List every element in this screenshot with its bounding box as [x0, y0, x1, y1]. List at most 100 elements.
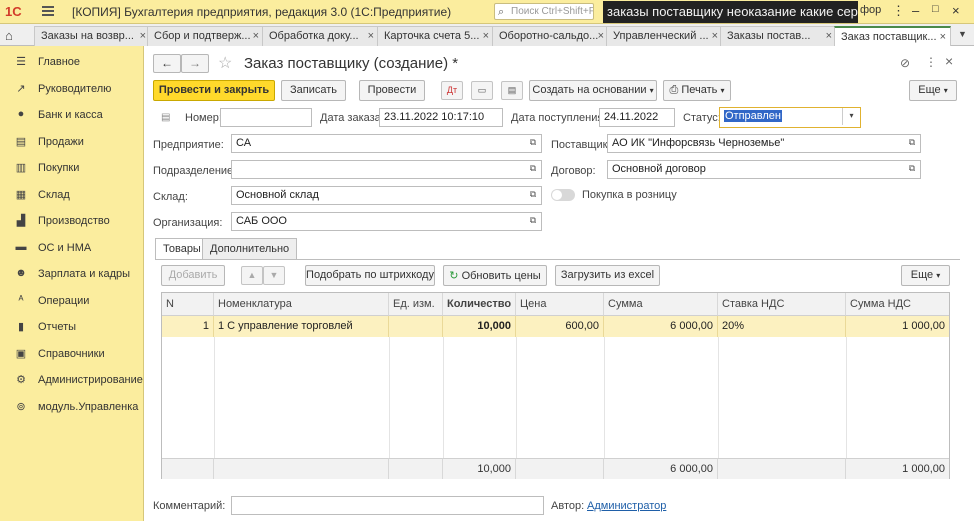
column-header-nomenclature[interactable]: Номенклатура: [214, 293, 389, 316]
close-window-icon[interactable]: ×: [952, 3, 960, 18]
global-search-input[interactable]: ⌕ Поиск Ctrl+Shift+F: [494, 3, 594, 20]
close-form-icon[interactable]: ×: [945, 53, 953, 69]
barcode-select-button[interactable]: Подобрать по штрихкоду: [305, 265, 435, 286]
refresh-prices-button[interactable]: ↻ Обновить цены: [443, 265, 547, 286]
warehouse-field[interactable]: Основной склад ⧉: [231, 186, 542, 205]
tab-returns-orders[interactable]: Заказы на возвр... ×: [34, 26, 151, 46]
sidebar-item-purchases[interactable]: ▥ Покупки: [0, 158, 144, 180]
minimize-icon[interactable]: –: [912, 3, 919, 18]
keyboard-icon[interactable]: ▭: [471, 81, 493, 100]
division-field[interactable]: ⧉: [231, 160, 542, 179]
open-icon[interactable]: ⧉: [527, 215, 539, 228]
sidebar-item-sales[interactable]: ▤ Продажи: [0, 132, 144, 154]
author-link[interactable]: Администратор: [587, 500, 666, 512]
tab-supplier-order-active[interactable]: Заказ поставщик... ×: [834, 26, 951, 47]
company-field[interactable]: СА ⧉: [231, 134, 542, 153]
close-tab-icon[interactable]: ×: [712, 30, 718, 42]
open-icon[interactable]: ⧉: [527, 137, 539, 150]
create-based-on-button[interactable]: Создать на основании ▾: [529, 80, 657, 101]
move-up-icon[interactable]: ▲: [241, 266, 263, 285]
sidebar-item-main[interactable]: ☰ Главное: [0, 52, 144, 74]
column-header-sum[interactable]: Сумма: [604, 293, 718, 316]
more-button[interactable]: Еще ▾: [909, 80, 957, 101]
tab-collection[interactable]: Сбор и подтверж... ×: [147, 26, 264, 46]
close-tab-icon[interactable]: ×: [826, 30, 832, 42]
close-tab-icon[interactable]: ×: [940, 31, 946, 43]
column-header-vat-rate[interactable]: Ставка НДС: [718, 293, 846, 316]
tab-account-card[interactable]: Карточка счета 5... ×: [377, 26, 494, 46]
sidebar-item-assets[interactable]: ▬ ОС и НМА: [0, 238, 144, 260]
cell-vat-sum[interactable]: 1 000,00: [846, 316, 949, 337]
sidebar-item-operations[interactable]: ᴬ Операции: [0, 291, 144, 313]
organization-field[interactable]: САБ ООО ⧉: [231, 212, 542, 231]
sidebar-item-references[interactable]: ▣ Справочники: [0, 344, 144, 366]
tab-additional[interactable]: Дополнительно: [202, 238, 298, 259]
tabs-dropdown-icon[interactable]: ▼: [958, 29, 967, 39]
close-tab-icon[interactable]: ×: [140, 30, 146, 42]
cell-sum[interactable]: 6 000,00: [604, 316, 718, 337]
back-button[interactable]: ←: [153, 54, 181, 73]
column-header-n[interactable]: N: [162, 293, 214, 316]
number-field[interactable]: [220, 108, 312, 127]
sidebar-item-production[interactable]: ▟ Производство: [0, 211, 144, 233]
more-icon[interactable]: ⋮: [892, 3, 905, 19]
tab-balance[interactable]: Оборотно-сальдо... ×: [492, 26, 609, 46]
tab-supplier-orders[interactable]: Заказы постав... ×: [720, 26, 837, 46]
post-button[interactable]: Провести: [359, 80, 425, 101]
dt-kt-icon[interactable]: Дт: [441, 81, 463, 100]
close-tab-icon[interactable]: ×: [598, 30, 604, 42]
status-select[interactable]: Отправлен ▾: [719, 107, 861, 128]
column-header-price[interactable]: Цена: [516, 293, 604, 316]
print-button[interactable]: ⎙ Печать ▾: [663, 80, 731, 101]
sidebar-item-manager[interactable]: ↗ Руководителю: [0, 79, 144, 101]
cell-quantity[interactable]: 10,000: [443, 316, 516, 337]
close-tab-icon[interactable]: ×: [253, 30, 259, 42]
cell-vat-rate[interactable]: 20%: [718, 316, 846, 337]
open-icon[interactable]: ⧉: [906, 137, 918, 150]
supplier-field[interactable]: АО ИК "Инфорсвязь Черноземье" ⧉: [607, 134, 921, 153]
retail-purchase-toggle[interactable]: [551, 189, 575, 201]
column-header-unit[interactable]: Ед. изм.: [389, 293, 443, 316]
add-row-button[interactable]: Добавить: [161, 265, 225, 286]
column-header-quantity[interactable]: Количество: [443, 293, 516, 316]
tab-processing[interactable]: Обработка доку... ×: [262, 26, 379, 46]
more-options-icon[interactable]: ⋮: [925, 55, 937, 69]
favorite-star-icon[interactable]: ☆: [218, 53, 232, 73]
open-icon[interactable]: ⧉: [527, 189, 539, 202]
load-excel-button[interactable]: Загрузить из excel: [555, 265, 660, 286]
dropdown-arrow-icon[interactable]: ▾: [842, 108, 860, 125]
save-button[interactable]: Записать: [281, 80, 346, 101]
contract-field[interactable]: Основной договор ⧉: [607, 160, 921, 179]
maximize-icon[interactable]: □: [932, 3, 939, 15]
tab-goods[interactable]: Товары: [155, 238, 209, 260]
document-icon[interactable]: ▤: [501, 81, 523, 100]
link-icon[interactable]: ⊘: [900, 56, 910, 70]
order-date-field[interactable]: 23.11.2022 10:17:10: [379, 108, 503, 127]
post-and-close-button[interactable]: Провести и закрыть: [153, 80, 275, 101]
close-tab-icon[interactable]: ×: [368, 30, 374, 42]
sidebar-item-module[interactable]: ⊚ модуль.Управленка: [0, 397, 144, 419]
move-down-icon[interactable]: ▼: [263, 266, 285, 285]
forward-button[interactable]: →: [181, 54, 209, 73]
sidebar-item-bank[interactable]: ● Банк и касса: [0, 105, 144, 127]
receipt-date-field[interactable]: 24.11.2022: [599, 108, 675, 127]
tab-management[interactable]: Управленческий ... ×: [606, 26, 723, 46]
sidebar-item-reports[interactable]: ▮ Отчеты: [0, 317, 144, 339]
open-icon[interactable]: ⧉: [906, 163, 918, 176]
main-menu-icon[interactable]: [42, 6, 54, 16]
home-icon[interactable]: ⌂: [5, 28, 29, 45]
cell-unit[interactable]: [389, 316, 443, 337]
cell-price[interactable]: 600,00: [516, 316, 604, 337]
open-icon[interactable]: ⧉: [527, 163, 539, 176]
sidebar-item-label: Справочники: [38, 348, 105, 360]
sidebar-item-admin[interactable]: ⚙ Администрирование: [0, 370, 144, 392]
cell-n[interactable]: 1: [162, 316, 214, 337]
items-more-button[interactable]: Еще ▾: [901, 265, 950, 286]
sidebar-item-payroll[interactable]: ☻ Зарплата и кадры: [0, 264, 144, 286]
comment-field[interactable]: [231, 496, 544, 515]
cell-nomenclature[interactable]: 1 С управление торговлей: [214, 316, 389, 337]
close-tab-icon[interactable]: ×: [483, 30, 489, 42]
sidebar-item-warehouse[interactable]: ▦ Склад: [0, 185, 144, 207]
column-header-vat-sum[interactable]: Сумма НДС: [846, 293, 949, 316]
attach-icon[interactable]: ▤: [161, 112, 170, 123]
